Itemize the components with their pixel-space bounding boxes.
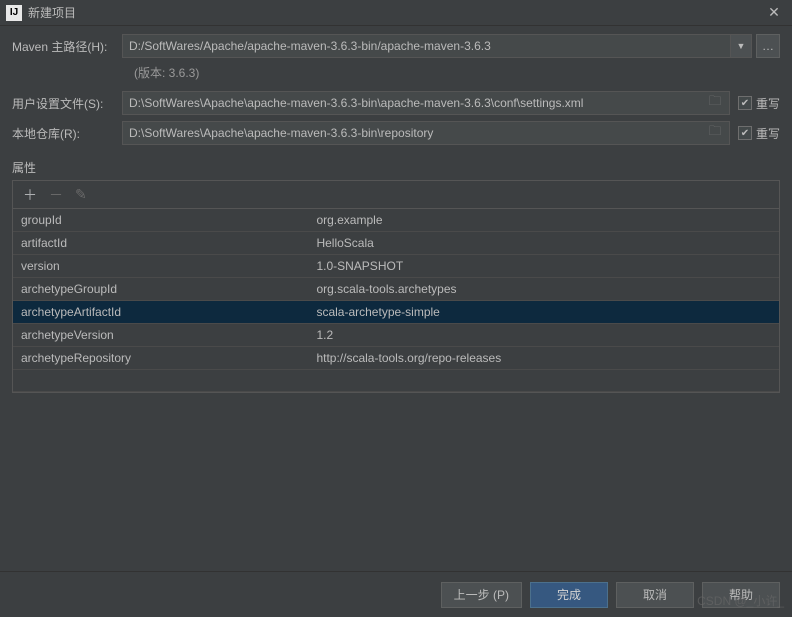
settings-override-checkbox[interactable]: ✔ 重写 xyxy=(738,95,780,112)
prop-key: version xyxy=(13,255,308,278)
repo-override-label: 重写 xyxy=(756,125,780,142)
maven-home-dropdown[interactable]: ▼ xyxy=(730,34,752,58)
settings-file-row: 用户设置文件(S): D:\SoftWares\Apache\apache-ma… xyxy=(12,91,780,115)
properties-panel: ＋ － ✎ groupIdorg.example artifactIdHello… xyxy=(12,180,780,393)
checkbox-icon: ✔ xyxy=(738,96,752,110)
chevron-down-icon: ▼ xyxy=(737,41,746,51)
prev-button[interactable]: 上一步 (P) xyxy=(441,582,522,608)
table-empty xyxy=(13,370,779,392)
prop-value: org.scala-tools.archetypes xyxy=(308,278,779,301)
maven-home-row: Maven 主路径(H): D:/SoftWares/Apache/apache… xyxy=(12,34,780,58)
local-repo-row: 本地仓库(R): D:\SoftWares\Apache\apache-mave… xyxy=(12,121,780,145)
table-row[interactable]: archetypeGroupIdorg.scala-tools.archetyp… xyxy=(13,278,779,301)
form-area: Maven 主路径(H): D:/SoftWares/Apache/apache… xyxy=(0,26,792,157)
prop-value: 1.2 xyxy=(308,324,779,347)
table-row[interactable]: artifactIdHelloScala xyxy=(13,232,779,255)
finish-button[interactable]: 完成 xyxy=(530,582,608,608)
maven-home-input[interactable]: D:/SoftWares/Apache/apache-maven-3.6.3-b… xyxy=(122,34,731,58)
local-repo-input[interactable]: D:\SoftWares\Apache\apache-maven-3.6.3-b… xyxy=(122,121,730,145)
local-repo-value: D:\SoftWares\Apache\apache-maven-3.6.3-b… xyxy=(129,126,703,140)
footer: 上一步 (P) 完成 取消 帮助 xyxy=(0,571,792,617)
prop-value: 1.0-SNAPSHOT xyxy=(308,255,779,278)
properties-toolbar: ＋ － ✎ xyxy=(13,181,779,209)
prop-value: HelloScala xyxy=(308,232,779,255)
maven-home-browse[interactable]: … xyxy=(756,34,780,58)
add-icon[interactable]: ＋ xyxy=(23,185,37,205)
ellipsis-icon: … xyxy=(762,39,774,53)
table-row[interactable]: version1.0-SNAPSHOT xyxy=(13,255,779,278)
maven-home-value: D:/SoftWares/Apache/apache-maven-3.6.3-b… xyxy=(129,39,724,53)
table-row[interactable]: archetypeVersion1.2 xyxy=(13,324,779,347)
maven-version-text: (版本: 3.6.3) xyxy=(12,64,780,81)
watermark: CSDN @_小许_ xyxy=(697,592,784,609)
prop-value: scala-archetype-simple xyxy=(308,301,779,324)
table-row[interactable]: groupIdorg.example xyxy=(13,209,779,232)
settings-file-value: D:\SoftWares\Apache\apache-maven-3.6.3-b… xyxy=(129,96,703,110)
properties-section-label: 属性 xyxy=(12,159,780,176)
prop-key: artifactId xyxy=(13,232,308,255)
local-repo-label: 本地仓库(R): xyxy=(12,125,122,142)
settings-override-label: 重写 xyxy=(756,95,780,112)
table-row[interactable]: archetypeRepositoryhttp://scala-tools.or… xyxy=(13,347,779,370)
prop-key: groupId xyxy=(13,209,308,232)
close-icon[interactable]: ✕ xyxy=(762,4,786,21)
maven-home-label: Maven 主路径(H): xyxy=(12,38,122,55)
folder-icon[interactable]: 🗀 xyxy=(707,92,723,114)
checkbox-icon: ✔ xyxy=(738,126,752,140)
prop-key: archetypeGroupId xyxy=(13,278,308,301)
prop-value: http://scala-tools.org/repo-releases xyxy=(308,347,779,370)
prop-key: archetypeRepository xyxy=(13,347,308,370)
repo-override-checkbox[interactable]: ✔ 重写 xyxy=(738,125,780,142)
settings-file-input[interactable]: D:\SoftWares\Apache\apache-maven-3.6.3-b… xyxy=(122,91,730,115)
edit-icon[interactable]: ✎ xyxy=(75,186,87,203)
titlebar: IJ 新建项目 ✕ xyxy=(0,0,792,26)
remove-icon[interactable]: － xyxy=(49,185,63,205)
properties-table: groupIdorg.example artifactIdHelloScala … xyxy=(13,209,779,392)
cancel-button[interactable]: 取消 xyxy=(616,582,694,608)
table-row[interactable]: archetypeArtifactIdscala-archetype-simpl… xyxy=(13,301,779,324)
prop-value: org.example xyxy=(308,209,779,232)
app-icon: IJ xyxy=(6,5,22,21)
prop-key: archetypeVersion xyxy=(13,324,308,347)
prop-key: archetypeArtifactId xyxy=(13,301,308,324)
folder-icon[interactable]: 🗀 xyxy=(707,122,723,144)
window-title: 新建项目 xyxy=(28,4,762,21)
settings-file-label: 用户设置文件(S): xyxy=(12,95,122,112)
